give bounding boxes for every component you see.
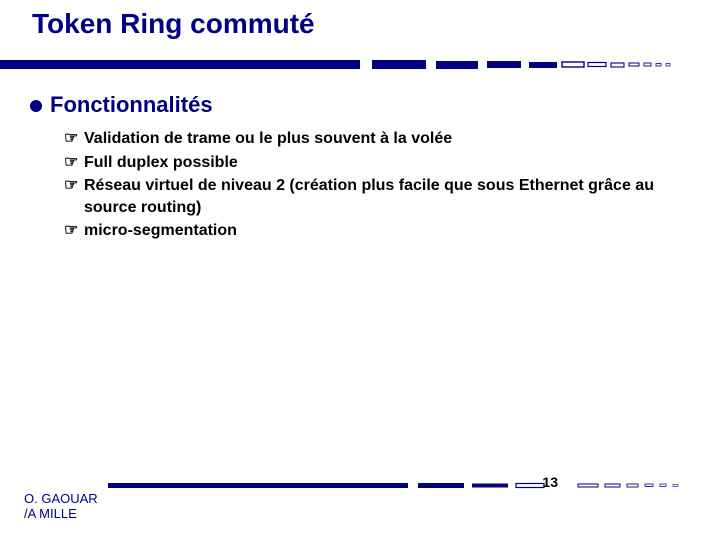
slide: Token Ring commuté Fonctionnalités ☞ Val… <box>0 0 720 540</box>
author-line-2: /A MILLE <box>24 506 98 522</box>
slide-title: Token Ring commuté <box>32 8 315 40</box>
item-text: Validation de trame ou le plus souvent à… <box>84 128 452 150</box>
bullet-disc-icon <box>30 100 42 112</box>
list-item: ☞ Réseau virtuel de niveau 2 (création p… <box>64 175 690 218</box>
list-item: ☞ Full duplex possible <box>64 152 690 174</box>
item-text: Réseau virtuel de niveau 2 (création plu… <box>84 175 684 218</box>
author-line-1: O. GAOUAR <box>24 491 98 507</box>
list-item: ☞ Validation de trame ou le plus souvent… <box>64 128 690 150</box>
item-list: ☞ Validation de trame ou le plus souvent… <box>64 128 690 242</box>
pointing-hand-icon: ☞ <box>64 175 84 197</box>
footer-author: O. GAOUAR /A MILLE <box>24 491 98 522</box>
pointing-hand-icon: ☞ <box>64 128 84 150</box>
item-text: Full duplex possible <box>84 152 238 174</box>
decorative-rule-top <box>0 58 720 72</box>
section-header: Fonctionnalités <box>30 92 690 118</box>
pointing-hand-icon: ☞ <box>64 152 84 174</box>
item-text: micro-segmentation <box>84 220 237 242</box>
section-title: Fonctionnalités <box>50 92 213 118</box>
list-item: ☞ micro-segmentation <box>64 220 690 242</box>
pointing-hand-icon: ☞ <box>64 220 84 242</box>
section: Fonctionnalités ☞ Validation de trame ou… <box>30 92 690 244</box>
decorative-rule-bottom <box>108 482 720 488</box>
